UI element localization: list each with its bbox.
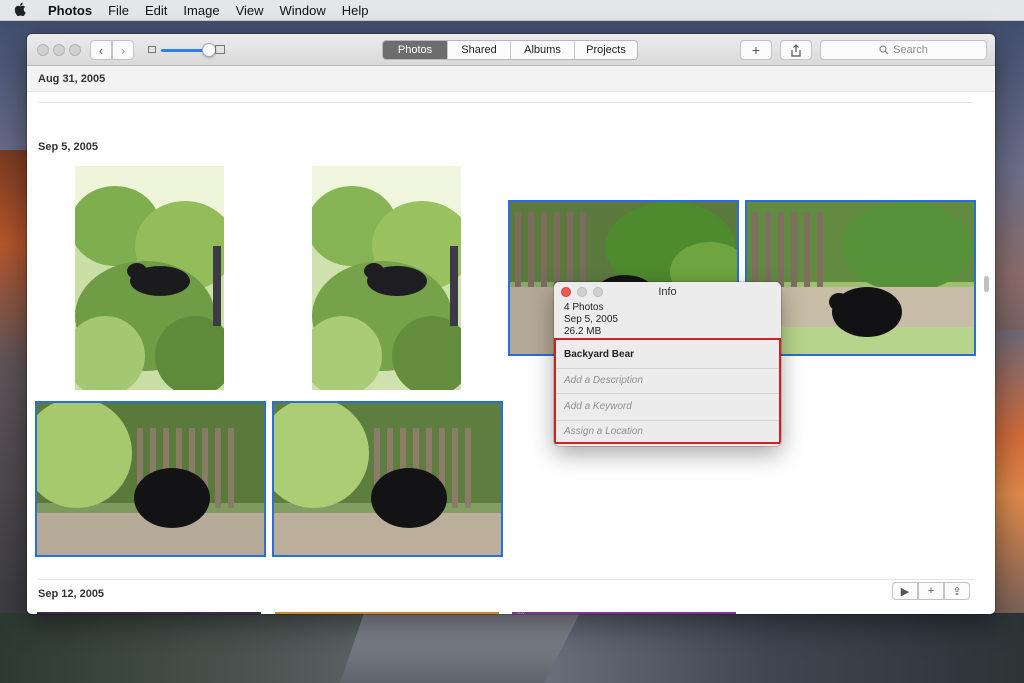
share-button[interactable]: [780, 40, 812, 60]
photo-thumbnail[interactable]: [312, 166, 461, 390]
zoom-in-icon[interactable]: [215, 45, 225, 54]
photo-thumbnail-selected[interactable]: [272, 401, 503, 557]
menu-photos[interactable]: Photos: [40, 3, 100, 18]
tab-albums[interactable]: Albums: [510, 41, 574, 59]
photo-library[interactable]: Aug 31, 2005 Sep 5, 2005 Sep 12, 2005 ▶ …: [27, 66, 995, 614]
search-placeholder: Search: [893, 44, 928, 56]
zoom-slider-knob[interactable]: [202, 43, 216, 57]
menu-view[interactable]: View: [228, 3, 272, 18]
heart-icon[interactable]: ♡: [516, 612, 525, 614]
menu-bar: Photos File Edit Image View Window Help: [0, 0, 1024, 21]
play-slideshow-button[interactable]: ▶: [892, 582, 918, 600]
location-field[interactable]: Assign a Location: [556, 421, 779, 442]
apple-menu-icon[interactable]: [0, 2, 40, 19]
photo-thumbnail[interactable]: [37, 612, 261, 614]
search-icon: [879, 45, 889, 55]
photo-thumbnail[interactable]: [75, 166, 224, 390]
menu-help[interactable]: Help: [334, 3, 377, 18]
section-date: Sep 12, 2005: [38, 588, 105, 600]
menu-file[interactable]: File: [100, 3, 137, 18]
photo-thumbnail[interactable]: [275, 612, 499, 614]
back-button[interactable]: ‹: [90, 40, 112, 60]
info-title: Info: [658, 286, 677, 298]
window-close-button[interactable]: [37, 44, 49, 56]
photo-thumbnail[interactable]: ♡: [512, 612, 736, 614]
info-editable-fields: Backyard Bear Add a Description Add a Ke…: [554, 338, 781, 444]
desktop-wallpaper-left: [0, 150, 28, 620]
desktop-wallpaper-bottom: [0, 613, 1024, 683]
tab-photos[interactable]: Photos: [383, 41, 447, 59]
keyword-field[interactable]: Add a Keyword: [556, 394, 779, 421]
section-date: Sep 5, 2005: [38, 141, 98, 153]
menu-image[interactable]: Image: [175, 3, 227, 18]
section-header-aug31: Aug 31, 2005: [27, 66, 995, 92]
section-divider: [38, 102, 973, 103]
forward-button[interactable]: ›: [112, 40, 134, 60]
photos-window: ‹ › Photos Shared Albums Projects + Sear…: [27, 34, 995, 614]
window-minimize-button[interactable]: [53, 44, 65, 56]
search-input[interactable]: Search: [820, 40, 987, 60]
tab-shared[interactable]: Shared: [447, 41, 510, 59]
share-icon: [791, 43, 801, 57]
info-date: Sep 5, 2005: [564, 314, 618, 325]
photo-thumbnail-selected[interactable]: [745, 200, 976, 356]
plus-icon: +: [927, 585, 935, 597]
section-share-button[interactable]: ⇪: [944, 582, 970, 600]
info-file-size: 26.2 MB: [564, 326, 602, 337]
tab-projects[interactable]: Projects: [574, 41, 637, 59]
menu-window[interactable]: Window: [272, 3, 334, 18]
add-button[interactable]: +: [740, 40, 772, 60]
info-panel: Info 4 Photos Sep 5, 2005 26.2 MB Backya…: [554, 282, 781, 446]
section-date: Aug 31, 2005: [38, 73, 106, 85]
share-icon: ⇪: [952, 585, 962, 598]
vertical-scrollbar[interactable]: [984, 276, 989, 292]
zoom-out-icon[interactable]: [148, 46, 156, 53]
photo-thumbnail-selected[interactable]: [35, 401, 266, 557]
info-photo-count: 4 Photos: [564, 302, 604, 313]
window-zoom-button[interactable]: [69, 44, 81, 56]
description-field[interactable]: Add a Description: [556, 369, 779, 394]
desktop-wallpaper-right: [992, 330, 1024, 630]
section-divider: [38, 579, 973, 580]
section-add-button[interactable]: +: [918, 582, 944, 600]
toolbar: ‹ › Photos Shared Albums Projects + Sear…: [27, 34, 995, 66]
title-field[interactable]: Backyard Bear: [556, 340, 779, 369]
menu-edit[interactable]: Edit: [137, 3, 175, 18]
play-icon: ▶: [900, 585, 910, 598]
view-tabs: Photos Shared Albums Projects: [382, 40, 638, 60]
